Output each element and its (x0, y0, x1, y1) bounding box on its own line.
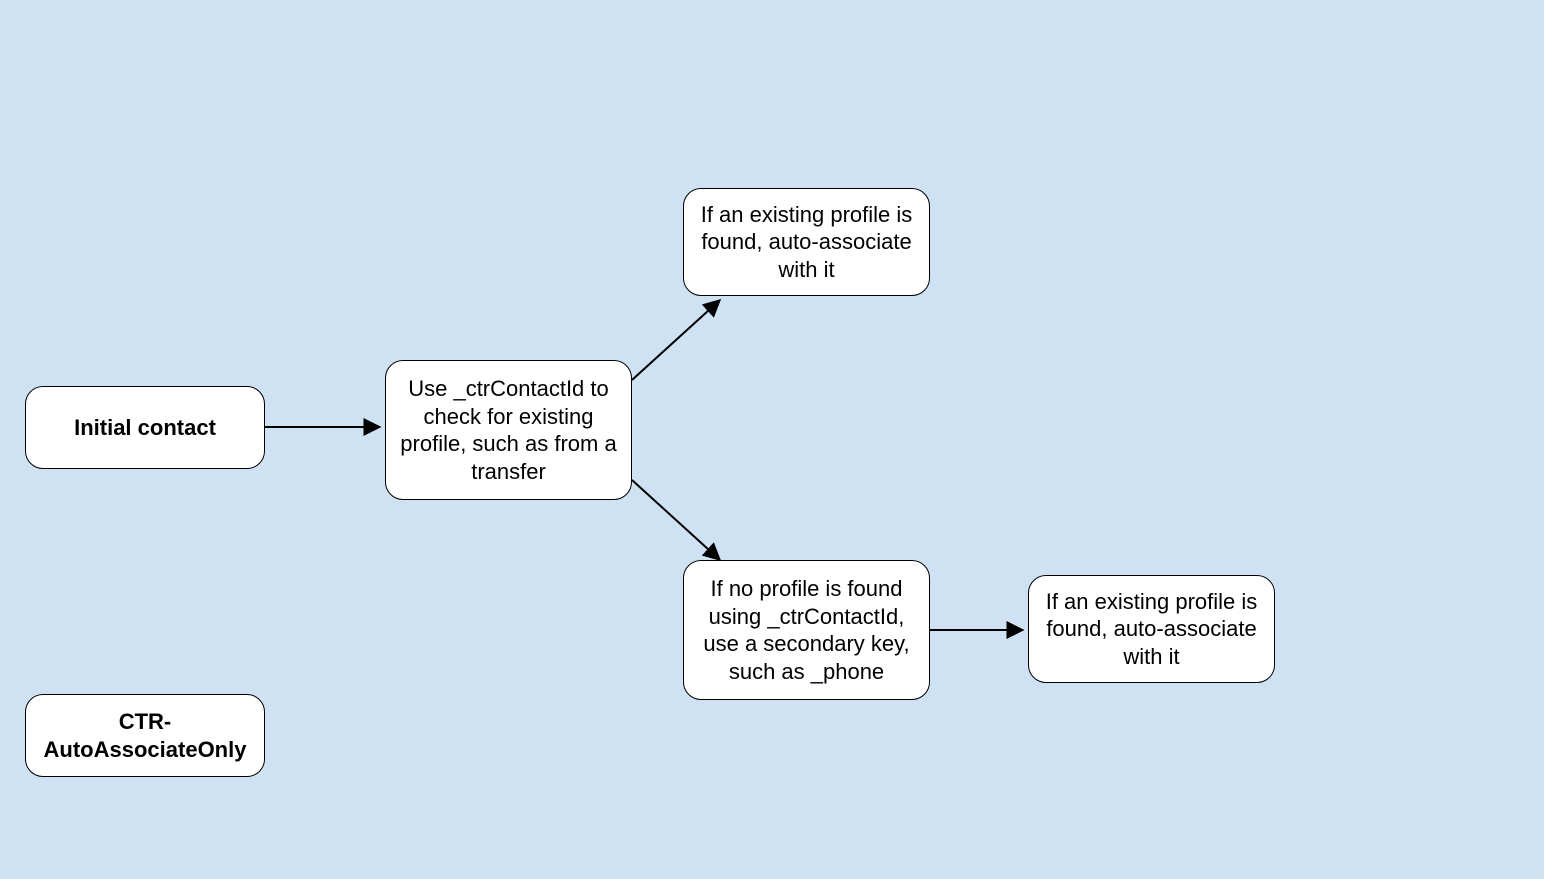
edge-check-to-found (632, 300, 720, 380)
node-existing-found-top: If an existing profile is found, auto-as… (683, 188, 930, 296)
node-existing-found-right: If an existing profile is found, auto-as… (1028, 575, 1275, 683)
node-label: Use _ctrContactId to check for existing … (400, 375, 617, 485)
node-label: If an existing profile is found, auto-as… (1043, 588, 1260, 671)
node-label: Initial contact (74, 414, 216, 442)
node-no-profile: If no profile is found using _ctrContact… (683, 560, 930, 700)
node-label: If an existing profile is found, auto-as… (698, 201, 915, 284)
node-initial-contact: Initial contact (25, 386, 265, 469)
node-label: If no profile is found using _ctrContact… (698, 575, 915, 685)
edge-check-to-noprofile (632, 480, 720, 560)
node-legend: CTR-AutoAssociateOnly (25, 694, 265, 777)
node-check-profile: Use _ctrContactId to check for existing … (385, 360, 632, 500)
node-label: CTR-AutoAssociateOnly (40, 708, 250, 763)
